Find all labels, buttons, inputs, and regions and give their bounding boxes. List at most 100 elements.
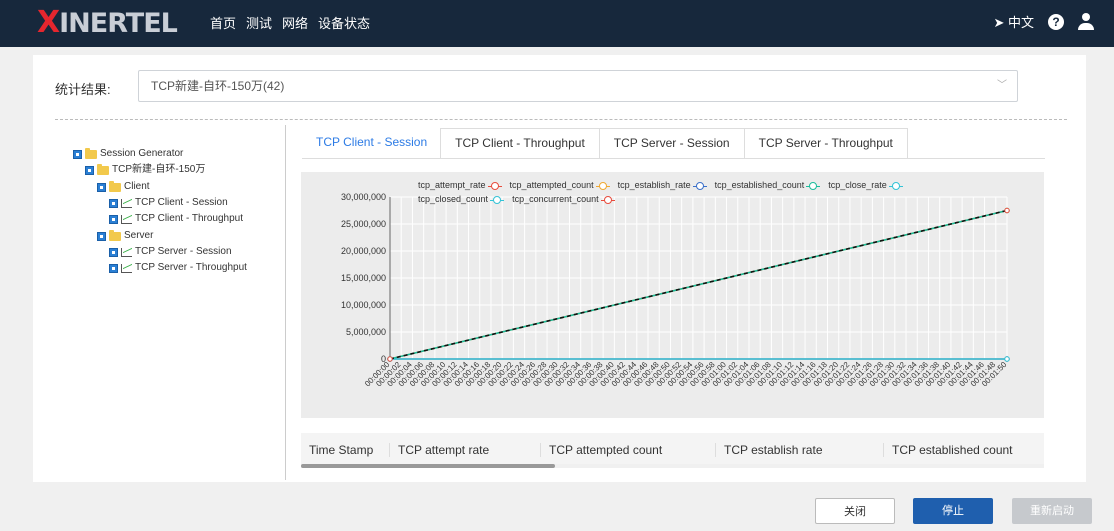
send-icon: ➤ <box>993 15 1005 30</box>
chart-svg: 00:00:0000:00:0200:00:0400:00:0600:00:08… <box>341 192 1010 388</box>
checkbox[interactable] <box>85 165 94 175</box>
column-header[interactable]: Time Stamp <box>301 443 389 457</box>
column-header[interactable]: TCP established count <box>883 443 1043 457</box>
y-tick-label: 25,000,000 <box>341 219 386 229</box>
tree-item-label: Session Generator <box>100 148 184 159</box>
checkbox[interactable] <box>109 247 118 257</box>
tree-item[interactable]: TCP Client - Session <box>109 196 228 210</box>
stop-button[interactable]: 停止 <box>913 498 993 524</box>
nav-device-status[interactable]: 设备状态 <box>318 14 370 34</box>
tree-item-label: TCP Client - Throughput <box>135 213 244 224</box>
results-panel: 统计结果: TCP新建-自环-150万(42) ﹀ Session Genera… <box>33 55 1086 482</box>
y-tick-label: 30,000,000 <box>341 192 386 202</box>
legend-item[interactable]: tcp_attempted_count <box>510 178 610 192</box>
legend-item[interactable]: tcp_attempt_rate <box>418 178 502 192</box>
legend-marker <box>595 181 610 190</box>
tab-tcp-client-session[interactable]: TCP Client - Session <box>302 128 442 157</box>
xinertel-logo[interactable]: XINERTEL <box>37 6 178 41</box>
legend-label: tcp_established_count <box>714 180 805 190</box>
legend-marker <box>490 195 505 204</box>
checkbox[interactable] <box>109 198 118 208</box>
restart-button[interactable]: 重新启动 <box>1012 498 1092 524</box>
tree-item[interactable]: TCP Server - Throughput <box>109 261 247 275</box>
tab-tcp-server-throughput[interactable]: TCP Server - Throughput <box>743 128 908 158</box>
series-point-tcp_concurrent_count <box>1004 207 1010 214</box>
tree-item-label: Server <box>124 230 154 241</box>
legend-marker <box>487 181 502 190</box>
legend-marker <box>600 195 615 204</box>
tree-item-label: Client <box>124 181 150 192</box>
horizontal-scrollbar[interactable] <box>301 464 1044 468</box>
folder-icon <box>85 147 97 159</box>
legend-marker <box>888 181 903 190</box>
folder-icon <box>109 229 121 241</box>
legend-item[interactable]: tcp_closed_count <box>418 192 505 206</box>
nav-test[interactable]: 测试 <box>246 14 272 34</box>
chevron-down-icon: ﹀ <box>997 80 1007 91</box>
top-right-tools: ➤ 中文 ? <box>993 12 1094 31</box>
legend-item[interactable]: tcp_establish_rate <box>618 178 707 192</box>
tree-item[interactable]: TCP Client - Throughput <box>109 212 243 226</box>
checkbox[interactable] <box>109 214 118 224</box>
tree-item[interactable]: Session Generator <box>73 147 183 161</box>
tree-item[interactable]: Client <box>97 180 150 194</box>
checkbox[interactable] <box>73 149 82 159</box>
language-switch[interactable]: ➤ 中文 <box>993 12 1034 31</box>
main-nav: 首页 测试 网络 设备状态 <box>210 14 370 34</box>
session-chart: 00:00:00 00:00:02 00:00:04 00:00:06 00:00:08… <box>301 172 1044 418</box>
legend-label: tcp_close_rate <box>828 180 887 190</box>
legend-label: tcp_concurrent_count <box>512 194 599 204</box>
tree-item-label: TCP新建-自环-150万 <box>112 164 206 175</box>
checkbox[interactable] <box>97 182 106 192</box>
checkbox[interactable] <box>109 263 118 273</box>
nav-network[interactable]: 网络 <box>282 14 308 34</box>
line-chart-icon <box>121 198 132 208</box>
legend-marker <box>806 181 821 190</box>
legend-label: tcp_closed_count <box>418 194 489 204</box>
folder-icon <box>97 163 109 175</box>
column-header[interactable]: TCP establish rate <box>715 443 883 457</box>
stats-select-value: TCP新建-自环-150万(42) <box>151 79 285 93</box>
tree-item[interactable]: Server <box>97 229 153 243</box>
tab-tcp-client-throughput[interactable]: TCP Client - Throughput <box>440 128 600 158</box>
divider <box>55 119 1067 120</box>
stats-select[interactable]: TCP新建-自环-150万(42) ﹀ <box>138 70 1018 102</box>
legend-marker <box>692 181 707 190</box>
tree-item-label: TCP Client - Session <box>135 197 228 208</box>
line-chart-icon <box>121 214 132 224</box>
legend-label: tcp_establish_rate <box>617 180 691 190</box>
top-bar: XINERTEL 首页 测试 网络 设备状态 ➤ 中文 ? <box>0 0 1114 47</box>
y-tick-label: 0 <box>381 354 386 364</box>
legend-label: tcp_attempted_count <box>509 180 594 190</box>
close-button[interactable]: 关闭 <box>815 498 895 524</box>
line-chart-icon <box>121 263 132 273</box>
y-tick-label: 20,000,000 <box>341 246 386 256</box>
column-header[interactable]: TCP attempt rate <box>389 443 540 457</box>
chart-legend: tcp_attempt_rate tcp_attempted_count tcp_e… <box>418 178 998 206</box>
legend-item[interactable]: tcp_concurrent_count <box>512 192 615 206</box>
user-icon[interactable] <box>1078 12 1094 31</box>
column-header[interactable]: TCP attempted count <box>540 443 715 457</box>
nav-home[interactable]: 首页 <box>210 14 236 34</box>
folder-icon <box>109 180 121 192</box>
legend-label: tcp_attempt_rate <box>418 180 486 190</box>
y-tick-label: 10,000,000 <box>341 300 386 310</box>
y-tick-label: 15,000,000 <box>341 273 386 283</box>
tree-item[interactable]: TCP新建-自环-150万 <box>85 163 205 177</box>
checkbox[interactable] <box>97 231 106 241</box>
tree-item-label: TCP Server - Session <box>135 246 232 257</box>
legend-item[interactable]: tcp_established_count <box>715 178 821 192</box>
line-chart-icon <box>121 247 132 257</box>
tree-item[interactable]: TCP Server - Session <box>109 245 232 259</box>
result-tabs: TCP Client - Session TCP Client - Through… <box>302 128 1045 159</box>
series-point-tcp_closed_count <box>1004 356 1010 362</box>
legend-item[interactable]: tcp_close_rate <box>828 178 903 192</box>
help-icon[interactable]: ? <box>1048 13 1064 30</box>
data-table-header: Time Stamp TCP attempt rate TCP attempted … <box>301 433 1044 467</box>
tree-item-label: TCP Server - Throughput <box>135 262 247 273</box>
series-point-tcp_concurrent_count <box>387 356 393 362</box>
tab-tcp-server-session[interactable]: TCP Server - Session <box>598 128 745 158</box>
y-tick-label: 5,000,000 <box>346 327 386 337</box>
panel-divider <box>285 125 286 480</box>
scrollbar-thumb[interactable] <box>301 464 555 468</box>
